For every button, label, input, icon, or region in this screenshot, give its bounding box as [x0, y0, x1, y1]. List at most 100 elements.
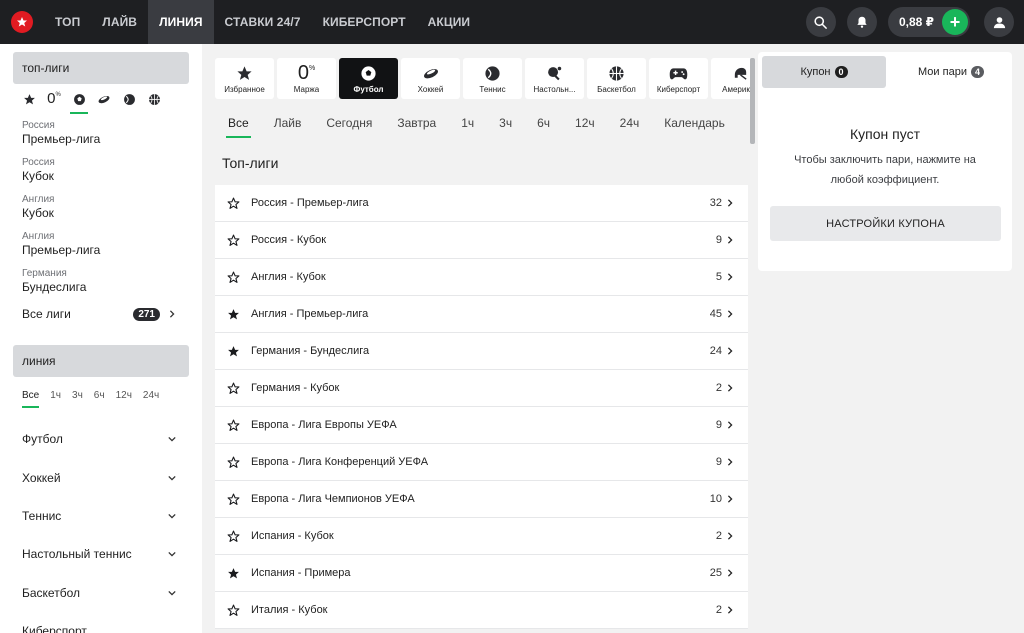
all-leagues-label: Все лиги [22, 307, 71, 321]
sports-strip: Избранное 0% Маржа Футбол Хоккей Теннис … [215, 58, 750, 99]
filter-tab-1h[interactable]: 1ч [461, 116, 474, 130]
sidebar-league-russia-cup[interactable]: Россия Кубок [22, 157, 55, 183]
sidebar-league-england-cup[interactable]: Англия Кубок [22, 194, 54, 220]
star-outline-icon[interactable] [226, 381, 240, 395]
tennis-icon[interactable] [122, 92, 136, 106]
star-outline-icon[interactable] [226, 492, 240, 506]
event-count: 24 [709, 345, 722, 357]
sport-tile-tennis[interactable]: Теннис [463, 58, 522, 99]
sport-tile-margin[interactable]: 0% Маржа [277, 58, 336, 99]
star-filled-icon[interactable] [226, 344, 240, 358]
tab-my-bets[interactable]: Мои пари 4 [889, 56, 1013, 88]
scrollbar[interactable] [750, 58, 755, 144]
notifications-button[interactable] [846, 7, 877, 37]
league-row[interactable]: Германия - Бундеслига 24 [215, 333, 748, 370]
nav-live[interactable]: ЛАЙВ [91, 0, 148, 44]
league-row[interactable]: Россия - Премьер-лига 32 [215, 185, 748, 222]
search-icon [814, 15, 828, 29]
league-row[interactable]: Европа - Лига Чемпионов УЕФА 10 [215, 481, 748, 518]
league-row[interactable]: Англия - Премьер-лига 45 [215, 296, 748, 333]
football-icon[interactable] [70, 92, 88, 114]
profile-button[interactable] [984, 7, 1014, 37]
coupon-count-badge: 0 [834, 66, 848, 78]
football-icon [360, 63, 377, 83]
sidebar-sport-tennis[interactable]: Теннис [22, 509, 176, 523]
basketball-icon[interactable] [147, 92, 161, 106]
nav-bets-24-7[interactable]: СТАВКИ 24/7 [214, 0, 312, 44]
nav-promotions[interactable]: АКЦИИ [417, 0, 482, 44]
filter-tab-24h[interactable]: 24ч [620, 116, 640, 130]
filter-tab-12h[interactable]: 12ч [575, 116, 595, 130]
chevron-right-icon [727, 384, 733, 392]
sidebar-league-england-premier[interactable]: Англия Премьер-лига [22, 231, 100, 257]
sport-label: Настольный теннис [22, 547, 132, 561]
star-outline-icon[interactable] [226, 233, 240, 247]
league-row[interactable]: Европа - Лига Европы УЕФА 9 [215, 407, 748, 444]
league-row[interactable]: Испания - Примера 25 [215, 555, 748, 592]
tab-coupon[interactable]: Купон 0 [762, 56, 886, 88]
star-outline-icon[interactable] [226, 270, 240, 284]
coupon-empty-title: Купон пуст [850, 126, 920, 142]
star-outline-icon[interactable] [226, 455, 240, 469]
search-button[interactable] [805, 7, 836, 37]
sidebar-time-tab-1h[interactable]: 1ч [50, 390, 61, 401]
balance-amount: 0,88 ₽ [898, 15, 934, 29]
balance-widget[interactable]: 0,88 ₽ + [887, 7, 970, 37]
filter-tab-calendar[interactable]: Календарь [664, 116, 725, 130]
sidebar-sport-football[interactable]: Футбол [22, 432, 176, 446]
sidebar-sport-hockey[interactable]: Хоккей [22, 471, 176, 485]
hockey-icon[interactable] [97, 92, 111, 106]
star-outline-icon[interactable] [226, 603, 240, 617]
league-list: Россия - Премьер-лига 32 Россия - Кубок 9 Ан… [215, 185, 748, 629]
league-row[interactable]: Германия - Кубок 2 [215, 370, 748, 407]
sidebar-time-tab-24h[interactable]: 24ч [143, 390, 159, 401]
logo[interactable] [0, 0, 44, 44]
sport-tile-table-tennis[interactable]: Настольн... [525, 58, 584, 99]
star-outline-icon[interactable] [226, 529, 240, 543]
star-filled-icon[interactable] [226, 566, 240, 580]
sport-tile-favorites[interactable]: Избранное [215, 58, 274, 99]
sidebar-time-tab-all[interactable]: Все [22, 390, 40, 408]
league-row[interactable]: Европа - Лига Конференций УЕФА 9 [215, 444, 748, 481]
coupon-settings-button[interactable]: НАСТРОЙКИ КУПОНА [770, 206, 1001, 241]
league-row[interactable]: Испания - Кубок 2 [215, 518, 748, 555]
filter-tab-today[interactable]: Сегодня [326, 116, 372, 130]
sport-tile-esports[interactable]: Киберспорт [649, 58, 708, 99]
league-row[interactable]: Италия - Кубок 2 [215, 592, 748, 629]
star-filled-icon[interactable] [226, 307, 240, 321]
chevron-right-icon [727, 495, 733, 503]
league-row[interactable]: Россия - Кубок 9 [215, 222, 748, 259]
league-name: Италия - Кубок [251, 604, 328, 616]
margin-icon[interactable]: 0% [47, 91, 61, 106]
sidebar-league-russia-premier[interactable]: Россия Премьер-лига [22, 120, 100, 146]
nav-top[interactable]: ТОП [44, 0, 91, 44]
star-outline-icon[interactable] [226, 418, 240, 432]
star-icon[interactable] [22, 92, 36, 106]
sport-tile-hockey[interactable]: Хоккей [401, 58, 460, 99]
filter-tab-3h[interactable]: 3ч [499, 116, 512, 130]
deposit-button[interactable]: + [942, 9, 968, 35]
all-leagues-link[interactable]: Все лиги 271 [22, 307, 176, 321]
sidebar-sport-basketball[interactable]: Баскетбол [22, 586, 176, 600]
sidebar-league-germany-bundesliga[interactable]: Германия Бундеслига [22, 268, 86, 294]
sidebar-time-tab-3h[interactable]: 3ч [72, 390, 83, 401]
chevron-right-icon [727, 606, 733, 614]
sidebar-sport-esports[interactable]: Киберспорт [22, 624, 176, 633]
filter-tab-6h[interactable]: 6ч [537, 116, 550, 130]
nav-esports[interactable]: КИБЕРСПОРТ [312, 0, 417, 44]
league-row[interactable]: Англия - Кубок 5 [215, 259, 748, 296]
filter-tabs: Все Лайв Сегодня Завтра 1ч 3ч 6ч 12ч 24ч… [226, 116, 750, 138]
sidebar-time-tab-12h[interactable]: 12ч [116, 390, 132, 401]
star-outline-icon[interactable] [226, 196, 240, 210]
top-leagues-sport-icons: 0% [22, 91, 172, 114]
filter-tab-tomorrow[interactable]: Завтра [397, 116, 436, 130]
filter-tab-all[interactable]: Все [226, 116, 251, 138]
sport-tile-american-football[interactable]: Американ [711, 58, 750, 99]
sidebar-time-tab-6h[interactable]: 6ч [94, 390, 105, 401]
sidebar-sport-table-tennis[interactable]: Настольный теннис [22, 547, 176, 561]
coupon-tabs: Купон 0 Мои пари 4 [762, 56, 1016, 88]
filter-tab-live[interactable]: Лайв [274, 116, 302, 130]
sport-tile-basketball[interactable]: Баскетбол [587, 58, 646, 99]
nav-line[interactable]: ЛИНИЯ [148, 0, 214, 44]
sport-tile-football[interactable]: Футбол [339, 58, 398, 99]
